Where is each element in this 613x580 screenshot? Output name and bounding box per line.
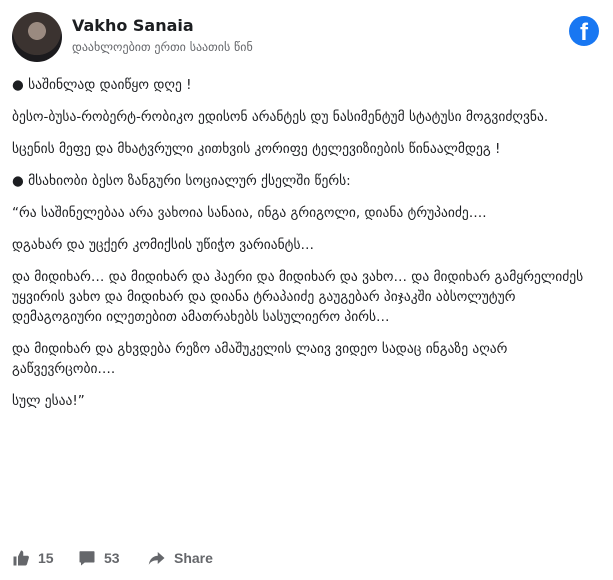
comment-bubble-icon bbox=[79, 551, 95, 566]
author-name[interactable]: Vakho Sanaia bbox=[72, 16, 194, 35]
share-label: Share bbox=[174, 550, 213, 566]
post-header: Vakho Sanaia დაახლოებით ერთი საათის წინ … bbox=[12, 12, 601, 62]
post-paragraph: სულ ესაა!” bbox=[12, 393, 85, 409]
like-button[interactable]: 15 bbox=[12, 546, 54, 570]
post-paragraph: და მიდიხარ… და მიდიხარ და ჰაერი და მიდიხ… bbox=[12, 269, 584, 325]
share-arrow-icon bbox=[148, 552, 165, 565]
post-paragraph: ● საშინლად დაიწყო დღე ! bbox=[12, 77, 192, 93]
avatar[interactable] bbox=[12, 12, 62, 62]
post-timestamp[interactable]: დაახლოებით ერთი საათის წინ bbox=[72, 40, 253, 54]
comment-count: 53 bbox=[104, 550, 120, 566]
post-footer: 15 53 Share bbox=[12, 546, 601, 570]
like-count: 15 bbox=[38, 550, 54, 566]
facebook-logo-icon[interactable]: f bbox=[569, 16, 599, 46]
post-paragraph: სცენის მეფე და მხატვრული კითხვის კორიფე … bbox=[12, 141, 501, 157]
post-paragraph: ● მსახიობი ბესო ზანგური სოციალურ ქსელში … bbox=[12, 173, 351, 189]
facebook-post-card: Vakho Sanaia დაახლოებით ერთი საათის წინ … bbox=[0, 0, 613, 580]
post-paragraph: ბესო-ბუსა-რობერტ-რობიკო ედისონ არანტეს დ… bbox=[12, 109, 549, 125]
post-paragraph: დგახარ და უცქერ კომიქსის უწიჭო ვარიანტს… bbox=[12, 237, 315, 253]
comment-button[interactable]: 53 bbox=[78, 546, 120, 570]
post-paragraph: “რა საშინელებაა არა ვახოია სანაია, ინგა … bbox=[12, 205, 487, 221]
share-button[interactable]: Share bbox=[148, 546, 213, 570]
thumbs-up-icon bbox=[13, 550, 29, 566]
post-paragraph: და მიდიხარ და გხვდება რეზო ამაშუკელის ლა… bbox=[12, 341, 508, 377]
post-body: ● საშინლად დაიწყო დღე ! ბესო-ბუსა-რობერტ… bbox=[12, 75, 597, 423]
